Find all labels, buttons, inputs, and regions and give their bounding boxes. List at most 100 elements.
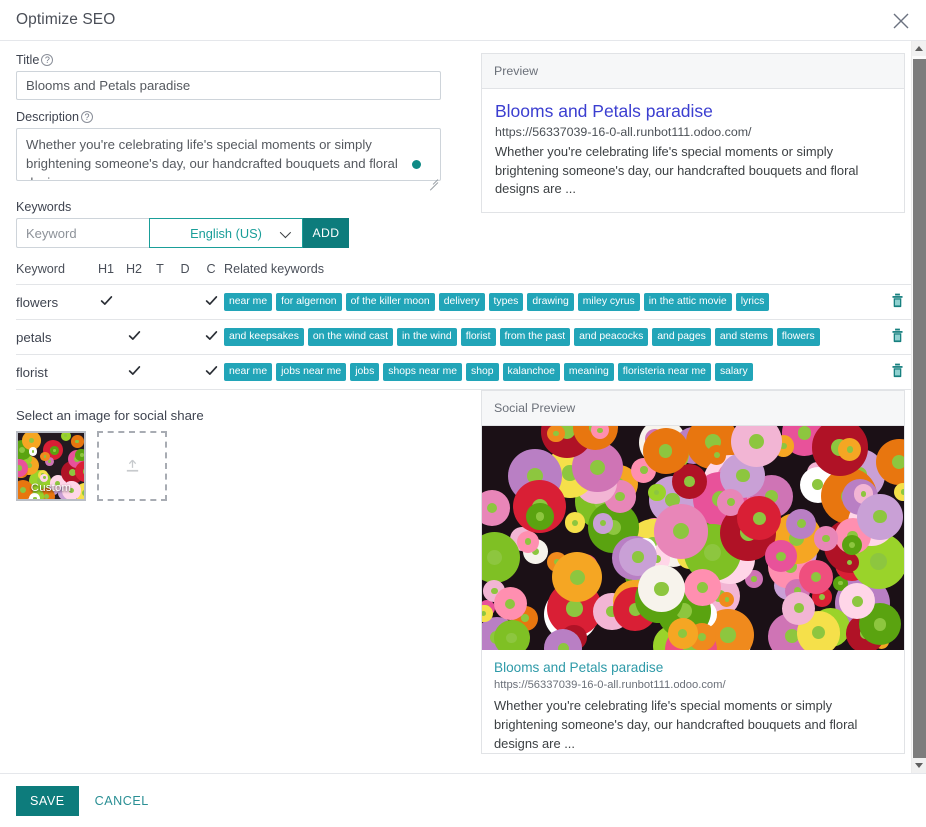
related-keyword-tag[interactable]: miley cyrus: [578, 293, 640, 311]
col-c: C: [198, 262, 224, 285]
col-t: T: [148, 262, 172, 285]
related-keyword-tag[interactable]: salary: [715, 363, 753, 381]
bottom-columns: Select an image for social share Custom: [16, 390, 895, 754]
chevron-down-icon: [280, 227, 291, 238]
scroll-up-button[interactable]: [912, 41, 926, 56]
h1-cell: [92, 285, 120, 320]
delete-cell: [883, 355, 911, 390]
related-keyword-tag[interactable]: and keepsakes: [224, 328, 304, 346]
related-keyword-tag[interactable]: of the killer moon: [346, 293, 435, 311]
keyword-cell: flowers: [16, 285, 92, 320]
related-keyword-tag[interactable]: shop: [466, 363, 499, 381]
description-status-dot: [412, 160, 421, 169]
keywords-table-header-row: Keyword H1 H2 T D C Related keywords: [16, 262, 911, 285]
scrollbar-track[interactable]: [912, 56, 926, 758]
preview-description: Whether you're celebrating life's specia…: [495, 143, 891, 199]
table-row: flowers near mefor algernon of the killer …: [16, 285, 911, 320]
related-keyword-tag[interactable]: in the attic movie: [644, 293, 732, 311]
image-picker: Custom: [16, 431, 471, 501]
upload-image-button[interactable]: [97, 431, 167, 501]
c-cell: [198, 320, 224, 355]
preview-panel-body: Blooms and Petals paradise https://56337…: [482, 89, 904, 212]
trash-icon[interactable]: [891, 363, 904, 381]
related-keyword-tag[interactable]: and pages: [652, 328, 711, 346]
dialog-content: Title? Description? Whether you're celeb…: [0, 41, 911, 773]
title-label-text: Title: [16, 53, 39, 67]
col-d: D: [172, 262, 198, 285]
related-keyword-tag[interactable]: in the wind: [397, 328, 457, 346]
help-icon[interactable]: ?: [41, 54, 53, 66]
related-keyword-tag[interactable]: from the past: [500, 328, 571, 346]
add-keyword-button[interactable]: ADD: [303, 218, 349, 248]
image-picker-label: Select an image for social share: [16, 408, 471, 423]
related-keyword-tag[interactable]: on the wind cast: [308, 328, 393, 346]
description-label: Description?: [16, 110, 471, 124]
t-cell: [148, 320, 172, 355]
related-keyword-tag[interactable]: meaning: [564, 363, 614, 381]
dialog-scrollbar[interactable]: [911, 41, 926, 773]
check-icon: [205, 364, 218, 377]
help-icon[interactable]: ?: [81, 111, 93, 123]
related-keyword-tag[interactable]: lyrics: [736, 293, 770, 311]
related-keyword-tag[interactable]: and stems: [715, 328, 773, 346]
keyword-cell: petals: [16, 320, 92, 355]
related-keyword-tag[interactable]: florist: [461, 328, 496, 346]
dialog-header: Optimize SEO: [0, 0, 926, 41]
close-icon[interactable]: [888, 8, 914, 34]
related-keywords-cell: and keepsakeson the wind castin the wind…: [224, 320, 883, 355]
t-cell: [148, 355, 172, 390]
social-preview-image: [482, 426, 904, 650]
related-keyword-tag[interactable]: near me: [224, 293, 272, 311]
image-picker-column: Select an image for social share Custom: [16, 390, 471, 754]
title-label: Title?: [16, 53, 471, 67]
related-keyword-tag[interactable]: near me: [224, 363, 272, 381]
social-preview-footer: Blooms and Petals paradise https://56337…: [482, 650, 904, 753]
related-keyword-tag[interactable]: jobs: [350, 363, 379, 381]
custom-image-thumbnail[interactable]: Custom: [16, 431, 86, 501]
related-keyword-tag[interactable]: jobs near me: [276, 363, 346, 381]
trash-icon[interactable]: [891, 328, 904, 346]
check-icon: [100, 294, 113, 307]
cancel-button[interactable]: CANCEL: [93, 786, 151, 816]
preview-url: https://56337039-16-0-all.runbot111.odoo…: [495, 124, 891, 141]
social-preview-title[interactable]: Blooms and Petals paradise: [494, 659, 892, 677]
keyword-input[interactable]: [16, 218, 149, 248]
d-cell: [172, 320, 198, 355]
related-keyword-tag[interactable]: for algernon: [276, 293, 341, 311]
preview-panel-label: Preview: [482, 54, 904, 89]
chevron-up-icon: [915, 46, 923, 51]
keyword-cell: florist: [16, 355, 92, 390]
social-preview-panel: Social Preview Blooms and Petals paradis…: [481, 390, 905, 754]
social-preview-description: Whether you're celebrating life's specia…: [494, 696, 892, 753]
description-input[interactable]: Whether you're celebrating life's specia…: [16, 128, 441, 181]
form-column: Title? Description? Whether you're celeb…: [16, 53, 471, 248]
related-keywords-cell: near mefor algernon of the killer moondel…: [224, 285, 883, 320]
table-row: petals and keepsakeson the wind castin th…: [16, 320, 911, 355]
related-keyword-tag[interactable]: flowers: [777, 328, 820, 346]
related-keyword-tag[interactable]: drawing: [527, 293, 573, 311]
scrollbar-thumb[interactable]: [913, 59, 926, 759]
language-select[interactable]: English (US): [149, 218, 303, 248]
h1-cell: [92, 355, 120, 390]
dialog-body: Title? Description? Whether you're celeb…: [0, 41, 926, 773]
check-icon: [128, 329, 141, 342]
col-delete: [883, 262, 911, 285]
trash-icon[interactable]: [891, 293, 904, 311]
col-h2: H2: [120, 262, 148, 285]
preview-title[interactable]: Blooms and Petals paradise: [495, 100, 891, 122]
related-keyword-tag[interactable]: types: [489, 293, 524, 311]
related-keyword-tag[interactable]: kalanchoe: [503, 363, 560, 381]
keyword-entry-row: English (US) ADD: [16, 218, 471, 248]
keywords-table-head: Keyword H1 H2 T D C Related keywords: [16, 262, 911, 285]
c-cell: [198, 355, 224, 390]
related-keyword-tag[interactable]: floristeria near me: [618, 363, 711, 381]
related-keyword-tag[interactable]: and peacocks: [574, 328, 648, 346]
check-icon: [205, 294, 218, 307]
table-row: florist near mejobs near mejobsshops near…: [16, 355, 911, 390]
related-keyword-tag[interactable]: shops near me: [383, 363, 462, 381]
save-button[interactable]: SAVE: [16, 786, 79, 816]
custom-image-caption: Custom: [18, 482, 84, 494]
scroll-down-button[interactable]: [912, 758, 926, 773]
title-input[interactable]: [16, 71, 441, 100]
related-keyword-tag[interactable]: delivery: [439, 293, 485, 311]
